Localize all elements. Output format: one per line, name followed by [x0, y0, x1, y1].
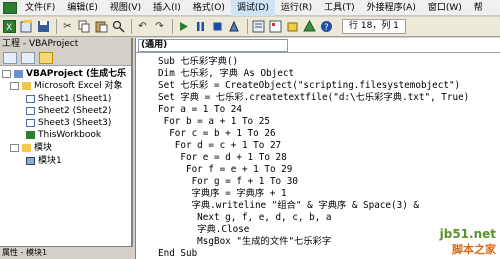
tree-item-label: VBAProject (生成七乐	[26, 69, 127, 79]
sheet-icon	[26, 95, 35, 103]
excel-icon[interactable]	[3, 1, 17, 14]
tree-item-thisworkbook[interactable]: ThisWorkbook	[26, 129, 101, 141]
tree-item-module1[interactable]: 模块1	[26, 155, 62, 167]
redo-icon[interactable]: ↷	[152, 19, 167, 34]
code-line: Set 字典 = 七乐彩.createtextfile("d:\七乐彩字典.tx…	[158, 92, 470, 103]
menu-item-view[interactable]: 视图(V)	[104, 0, 147, 16]
reset-icon[interactable]	[210, 19, 225, 34]
properties-icon[interactable]	[268, 19, 283, 34]
cut-icon[interactable]: ✂	[60, 19, 75, 34]
menu-item-insert[interactable]: 插入(I)	[147, 0, 187, 16]
tree-item-vbaproject[interactable]: VBAProject (生成七乐	[2, 68, 126, 80]
sheet-icon	[26, 119, 35, 127]
code-line: End Sub	[158, 248, 198, 259]
toolbox-icon[interactable]	[302, 19, 317, 34]
folder-icon	[22, 82, 31, 90]
view-code-icon[interactable]	[3, 52, 17, 64]
tree-item-label: Sheet2 (Sheet2)	[38, 106, 112, 116]
tree-item-label: Sheet3 (Sheet3)	[38, 118, 112, 128]
menu-item-format[interactable]: 格式(O)	[187, 0, 231, 16]
paste-icon[interactable]	[94, 19, 109, 34]
insert-module-icon[interactable]	[19, 19, 34, 34]
menu-item-file[interactable]: 文件(F)	[19, 0, 61, 16]
code-line: 字典.writeline "组合" & 字典序 & Space(3) &	[158, 200, 419, 211]
toolbar-separator	[131, 19, 132, 34]
object-combo[interactable]: (通用)	[138, 38, 288, 52]
copy-icon[interactable]	[77, 19, 92, 34]
collapse-icon[interactable]	[10, 82, 19, 90]
code-header: (通用)	[136, 38, 500, 53]
menu-bar: 文件(F) 编辑(E) 视图(V) 插入(I) 格式(O) 调试(D) 运行(R…	[0, 0, 500, 16]
menu-item-debug[interactable]: 调试(D)	[230, 0, 275, 16]
code-line: MsgBox "生成的文件"七乐彩字	[158, 236, 332, 247]
svg-text:X: X	[6, 23, 12, 33]
project-tree: VBAProject (生成七乐 Microsoft Excel 对象 Shee…	[0, 66, 131, 166]
folder-icon	[22, 144, 31, 152]
code-line: For d = c + 1 To 27	[158, 140, 282, 151]
menu-item-run[interactable]: 运行(R)	[275, 0, 318, 16]
project-explorer: 工程 - VBAProject VBAProject (生成七乐 Microso…	[0, 38, 133, 259]
project-explorer-icon[interactable]	[251, 19, 266, 34]
workbook-icon	[26, 131, 35, 139]
code-line: For b = a + 1 To 25	[158, 116, 270, 127]
project-explorer-title: 工程 - VBAProject	[0, 38, 131, 51]
pause-icon[interactable]	[193, 19, 208, 34]
view-excel-icon[interactable]: X	[2, 19, 17, 34]
code-line: Next g, f, e, d, c, b, a	[158, 212, 332, 223]
menu-item-window[interactable]: 窗口(W)	[422, 0, 468, 16]
tree-item-label: ThisWorkbook	[38, 130, 102, 140]
tree-item-modules[interactable]: 模块	[10, 142, 52, 154]
code-line: 字典.Close	[158, 224, 250, 235]
menu-item-addins[interactable]: 外接程序(A)	[361, 0, 422, 16]
toolbar-separator	[172, 19, 173, 34]
properties-panel-title: 属性 - 模块1	[0, 246, 133, 259]
toolbar: X ✂ ↶ ↷ ? 行 18，列 1	[0, 17, 500, 37]
view-object-icon[interactable]	[21, 52, 35, 64]
code-line: For g = f + 1 To 30	[158, 176, 298, 187]
menu-item-tools[interactable]: 工具(T)	[318, 0, 361, 16]
find-icon[interactable]	[111, 19, 126, 34]
code-line: For a = 1 To 24	[158, 104, 242, 115]
code-window: (通用) Sub 七乐彩字典() Dim 七乐彩, 字典 As Object S…	[135, 38, 500, 259]
watermark-name: 脚本之家	[452, 243, 496, 256]
module-icon	[26, 157, 35, 165]
watermark-url: jb51.net	[439, 227, 496, 241]
watermark: jb51.net 脚本之家	[440, 227, 496, 257]
save-icon[interactable]	[36, 19, 51, 34]
code-line: Set 七乐彩 = CreateObject("scripting.filesy…	[158, 80, 461, 91]
code-line: 字典序 = 字典序 + 1	[158, 188, 287, 199]
menu-item-help[interactable]: 帮	[468, 0, 489, 16]
tree-item-label: 模块	[34, 143, 53, 153]
code-line: For f = e + 1 To 29	[158, 164, 293, 175]
tree-item-label: 模块1	[38, 156, 62, 166]
menu-item-edit[interactable]: 编辑(E)	[61, 0, 104, 16]
project-explorer-toolbar	[0, 51, 131, 66]
sheet-icon	[26, 107, 35, 115]
tree-item-sheet3[interactable]: Sheet3 (Sheet3)	[26, 117, 111, 129]
tree-item-label: Microsoft Excel 对象	[34, 81, 123, 91]
tree-item-label: Sheet1 (Sheet1)	[38, 94, 112, 104]
toolbar-separator	[56, 19, 57, 34]
collapse-icon[interactable]	[10, 144, 19, 152]
svg-text:?: ?	[324, 23, 329, 33]
help-icon[interactable]: ?	[319, 19, 334, 34]
tree-item-excel-objects[interactable]: Microsoft Excel 对象	[10, 80, 123, 92]
run-icon[interactable]	[176, 19, 191, 34]
toolbar-separator	[247, 19, 248, 34]
code-line: For e = d + 1 To 28	[158, 152, 287, 163]
undo-icon[interactable]: ↶	[135, 19, 150, 34]
design-mode-icon[interactable]	[227, 19, 242, 34]
cursor-position-readout: 行 18，列 1	[342, 19, 406, 34]
collapse-icon[interactable]	[2, 70, 11, 78]
code-line: For c = b + 1 To 26	[158, 128, 276, 139]
tree-item-sheet2[interactable]: Sheet2 (Sheet2)	[26, 105, 111, 117]
toggle-folders-icon[interactable]	[39, 52, 53, 64]
code-line: Dim 七乐彩, 字典 As Object	[158, 68, 295, 79]
tree-item-sheet1[interactable]: Sheet1 (Sheet1)	[26, 93, 111, 105]
object-browser-icon[interactable]	[285, 19, 300, 34]
project-icon	[14, 70, 23, 78]
code-line: Sub 七乐彩字典()	[158, 56, 239, 67]
